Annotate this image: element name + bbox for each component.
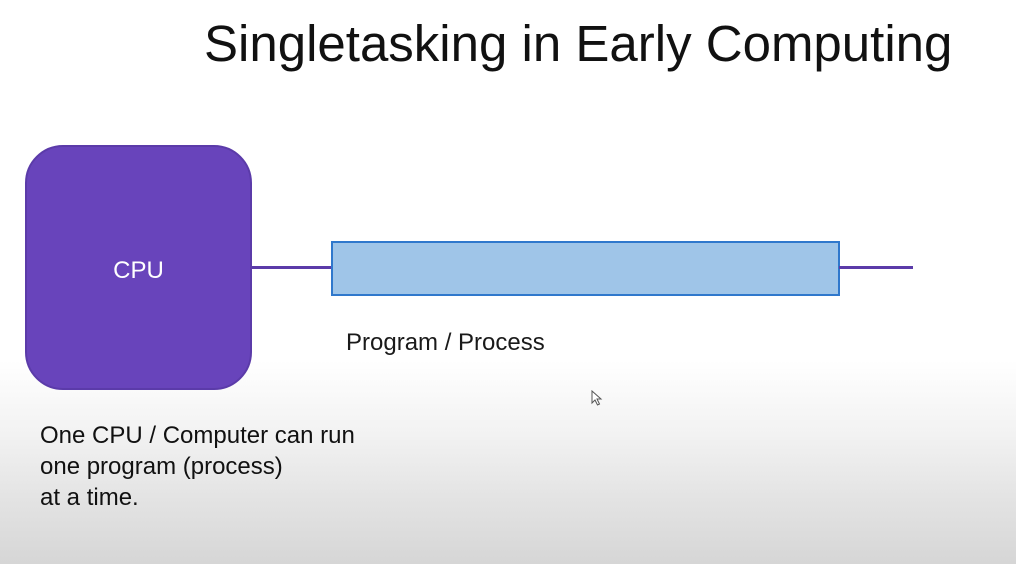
slide-title: Singletasking in Early Computing <box>204 15 953 72</box>
process-bar <box>331 241 840 296</box>
caption-line-1: One CPU / Computer can run <box>40 422 355 449</box>
connector-line-right <box>839 266 913 269</box>
caption-line-2: one program (process) <box>40 453 283 480</box>
cpu-box: CPU <box>25 145 252 390</box>
connector-line-left <box>252 266 332 269</box>
caption-text: One CPU / Computer can run one program (… <box>40 420 355 513</box>
process-label: Program / Process <box>346 329 545 356</box>
mouse-pointer-icon <box>591 390 603 406</box>
cpu-label: CPU <box>113 257 164 284</box>
caption-line-3: at a time. <box>40 484 139 511</box>
